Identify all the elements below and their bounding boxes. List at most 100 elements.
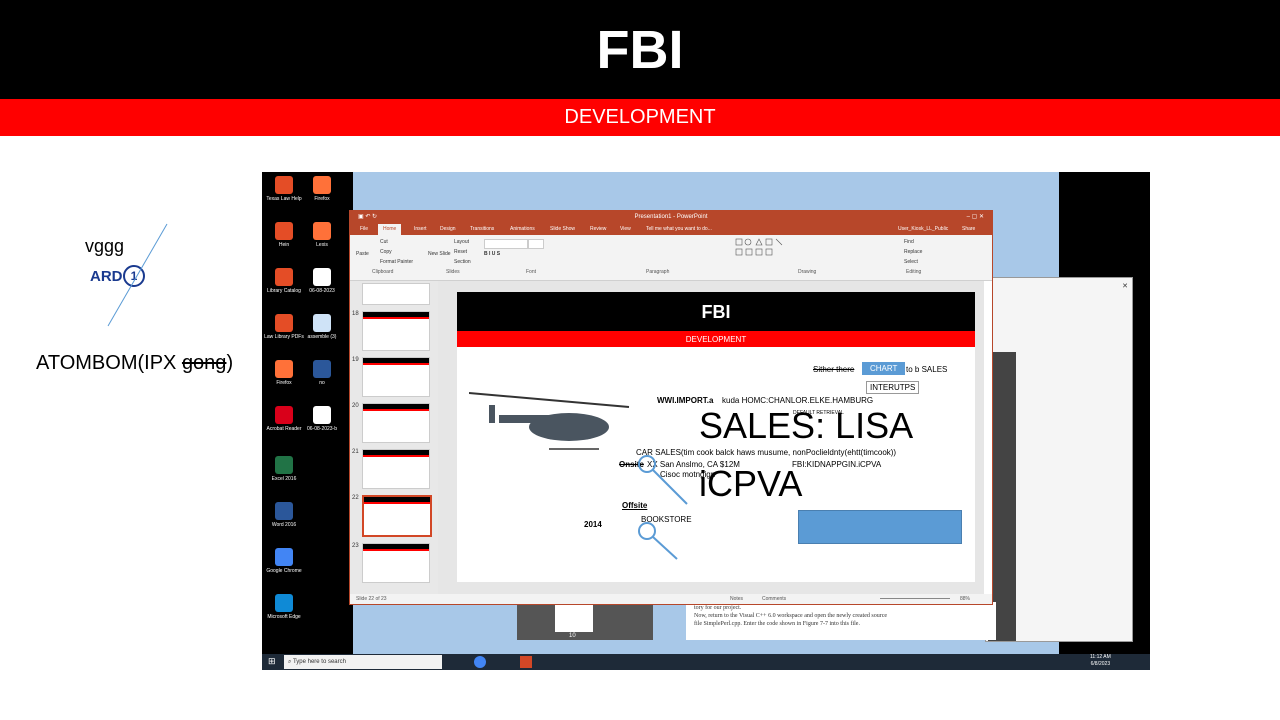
desktop-icon[interactable]: assemble (3)	[302, 314, 342, 340]
format-painter-button[interactable]: Format Painter	[380, 259, 413, 265]
tab-home[interactable]: Home	[378, 224, 402, 235]
close-icon[interactable]: ✕	[1122, 282, 1128, 290]
app-icon	[275, 314, 293, 332]
year-text: 2014	[584, 520, 602, 529]
app-icon	[275, 268, 293, 286]
copy-button[interactable]: Copy	[380, 249, 392, 255]
desktop-icon-label: Firefox	[314, 196, 330, 202]
find-button[interactable]: Find	[904, 239, 914, 245]
taskbar-search-input[interactable]: ⌕ Type here to search	[284, 655, 442, 669]
ppt-titlebar: ▣ ↶ ↻ Presentation1 - PowerPoint – ▢ ✕	[350, 211, 992, 224]
slide-counter: Slide 22 of 23	[356, 596, 387, 602]
slide[interactable]: FBI DEVELOPMENT Sither there CHART to b …	[457, 292, 975, 582]
pdf-text-line: Now, return to the Visual C++ 6.0 worksp…	[694, 613, 888, 619]
magnifier-icons	[638, 455, 688, 560]
layout-button[interactable]: Layout	[454, 239, 469, 245]
section-button[interactable]: Section	[454, 259, 471, 265]
kuda-text: kuda HOMC:CHANLOR.ELKE.HAMBURG	[722, 396, 874, 405]
tab-file[interactable]: File	[360, 224, 368, 235]
reset-button[interactable]: Reset	[454, 249, 467, 255]
desktop-icon[interactable]: Firefox	[264, 360, 304, 386]
desktop-icon[interactable]: 06-08-2023-b	[302, 406, 342, 432]
group-label: Slides	[446, 269, 460, 275]
window-controls[interactable]: – ▢ ✕	[967, 211, 984, 224]
font-family-select[interactable]	[484, 239, 528, 249]
app-icon	[313, 176, 331, 194]
shapes-gallery[interactable]	[734, 237, 804, 265]
tab-transitions[interactable]: Transitions	[470, 224, 494, 235]
desktop-icon[interactable]: Hein	[264, 222, 304, 248]
system-clock[interactable]: 11:12 AM 6/8/2023	[1090, 654, 1111, 668]
desktop-icon[interactable]: Library Catalog	[264, 268, 304, 294]
share-button[interactable]: Share	[962, 224, 975, 235]
slide-thumbnails-pane[interactable]: 18 19 20 21 22 23	[350, 281, 438, 594]
tab-animations[interactable]: Animations	[510, 224, 535, 235]
comments-button[interactable]: Comments	[762, 594, 786, 604]
slide-thumbnail-selected[interactable]	[362, 495, 432, 537]
desktop-icon[interactable]: Word 2016	[264, 502, 304, 528]
ribbon-tabs: File Home Insert Design Transitions Anim…	[350, 224, 992, 235]
zoom-level[interactable]: 88%	[960, 594, 970, 604]
paste-button[interactable]: Paste	[356, 251, 369, 257]
desktop-icon[interactable]: Microsoft Edge	[264, 594, 304, 620]
tab-review[interactable]: Review	[590, 224, 606, 235]
slide-thumbnail[interactable]	[362, 283, 430, 305]
slide-thumbnail[interactable]	[362, 357, 430, 397]
kidnap-text: FBI:KIDNAPPGIN.iCPVA	[792, 460, 882, 469]
replace-button[interactable]: Replace	[904, 249, 922, 255]
desktop-icon-label: Hein	[278, 242, 290, 248]
pdf-page-text: tory for our project. Now, return to the…	[686, 602, 996, 640]
app-icon	[275, 406, 293, 424]
blue-rectangle	[798, 510, 962, 544]
slide-thumbnail[interactable]	[362, 543, 430, 583]
tab-slideshow[interactable]: Slide Show	[550, 224, 575, 235]
user-name: User_Kiosk_LL_Public	[898, 226, 949, 232]
app-icon	[313, 222, 331, 240]
zoom-slider[interactable]	[880, 598, 950, 599]
desktop-icon[interactable]: Firefox	[302, 176, 342, 202]
desktop-icon[interactable]: 06-08-2023	[302, 268, 342, 294]
clock-date: 6/8/2023	[1090, 661, 1111, 667]
desktop-icon-label: Google Chrome	[266, 568, 302, 574]
sither-text: Sither there	[813, 365, 855, 374]
desktop-icon-label: assemble (3)	[307, 334, 337, 340]
group-label: Font	[526, 269, 537, 275]
page-subtitle: DEVELOPMENT	[564, 106, 716, 128]
font-size-select[interactable]	[528, 239, 544, 249]
tab-design[interactable]: Design	[440, 224, 456, 235]
desktop-icon[interactable]: Acrobat Reader	[264, 406, 304, 432]
select-button[interactable]: Select	[904, 259, 918, 265]
tab-insert[interactable]: Insert	[414, 224, 427, 235]
desktop-icon[interactable]: Law Library PDFs	[264, 314, 304, 340]
windows-start-icon[interactable]: ⊞	[268, 656, 276, 667]
tell-me-input[interactable]: Tell me what you want to do...	[646, 224, 712, 235]
desktop-icon-label: Lexis	[316, 242, 328, 248]
atombom-label: ATOMBOM(IPX gong)	[36, 352, 234, 374]
desktop-icon[interactable]: Lexis	[302, 222, 342, 248]
to-sales-text: to b SALES	[906, 365, 948, 374]
desktop-icon[interactable]: Texas Law Help	[264, 176, 304, 202]
www-import-text: WWI.IMPORT.a	[657, 396, 714, 405]
desktop-icon[interactable]: Google Chrome	[264, 548, 304, 574]
desktop-icon[interactable]: no	[302, 360, 342, 386]
icpva-text: iCPVA	[699, 463, 803, 504]
notes-button[interactable]: Notes	[730, 594, 743, 604]
slide-thumbnail[interactable]	[362, 449, 430, 489]
cut-button[interactable]: Cut	[380, 239, 388, 245]
slide-thumbnail[interactable]	[362, 403, 430, 443]
pdf-thumbnail-strip: 10	[517, 602, 653, 640]
bold-icon[interactable]: B I U S	[484, 251, 500, 257]
powerpoint-taskbar-icon[interactable]	[520, 656, 532, 668]
app-icon	[275, 176, 293, 194]
chrome-taskbar-icon[interactable]	[474, 656, 486, 668]
app-icon	[313, 268, 331, 286]
powerpoint-window[interactable]: ▣ ↶ ↻ Presentation1 - PowerPoint – ▢ ✕ F…	[349, 210, 993, 605]
new-slide-button[interactable]: New Slide	[428, 251, 451, 257]
pdf-page-thumb[interactable]	[555, 604, 593, 632]
slide-thumbnail[interactable]	[362, 311, 430, 351]
tab-view[interactable]: View	[620, 224, 631, 235]
desktop-icon[interactable]: Excel 2016	[264, 456, 304, 482]
slide-subtitle: DEVELOPMENT	[685, 335, 747, 344]
thumb-number: 22	[352, 495, 359, 501]
search-icon: ⌕	[288, 659, 292, 665]
